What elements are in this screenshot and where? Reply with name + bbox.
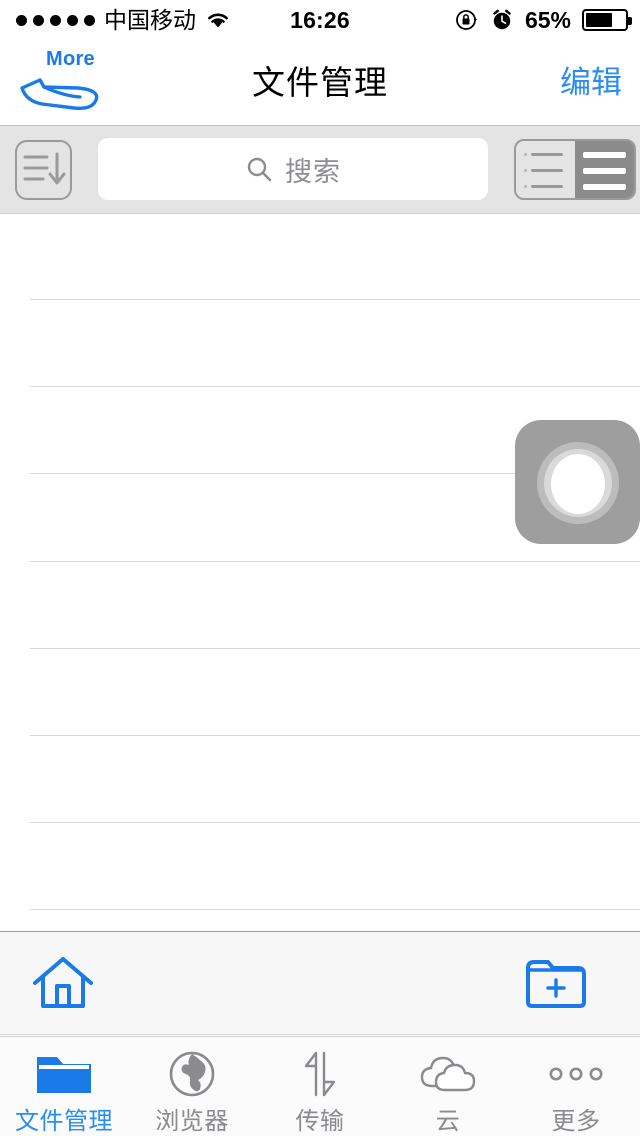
table-row[interactable]	[0, 910, 640, 931]
new-folder-button[interactable]	[524, 952, 588, 1014]
cloud-icon	[418, 1048, 478, 1100]
file-list[interactable]	[0, 215, 640, 931]
view-mode-segmented-control[interactable]	[514, 139, 636, 200]
simple-list-view-segment[interactable]	[575, 141, 634, 198]
table-row[interactable]	[0, 562, 640, 649]
home-icon	[33, 957, 93, 1008]
tab-label: 云	[435, 1108, 461, 1135]
page-title: 文件管理	[252, 64, 388, 101]
tab-label: 更多	[551, 1108, 601, 1135]
edit-button[interactable]: 编辑	[560, 40, 622, 125]
home-button[interactable]	[30, 950, 96, 1016]
tab-label: 浏览器	[155, 1108, 229, 1135]
tab-cloud[interactable]: 云	[384, 1037, 512, 1136]
search-input[interactable]: 搜索	[98, 138, 488, 200]
search-icon	[247, 157, 272, 182]
table-row[interactable]	[0, 215, 640, 300]
app-screen: 中国移动 16:26 65% More 文件管理 编辑 搜索 文件管理 浏览器 …	[0, 0, 640, 1136]
globe-icon	[167, 1048, 217, 1100]
status-bar-clock: 16:26	[290, 6, 350, 33]
folder-icon	[35, 1048, 93, 1100]
table-row[interactable]	[0, 823, 640, 911]
battery-icon	[582, 9, 632, 31]
file-actions-toolbar	[0, 931, 640, 1035]
table-row[interactable]	[0, 300, 640, 388]
tab-transfer[interactable]: 传输	[256, 1037, 384, 1136]
table-row[interactable]	[0, 649, 640, 737]
new-folder-icon	[526, 960, 586, 1008]
tab-more[interactable]: 更多	[512, 1037, 640, 1136]
status-bar: 中国移动 16:26 65%	[0, 0, 640, 40]
search-placeholder: 搜索	[285, 156, 341, 187]
search-toolbar: 搜索	[0, 126, 640, 214]
sort-button[interactable]	[15, 140, 72, 200]
tab-label: 传输	[295, 1108, 345, 1135]
sort-descending-icon	[23, 152, 66, 185]
tab-label: 文件管理	[15, 1108, 113, 1135]
detail-list-view-segment[interactable]	[516, 141, 575, 198]
table-row[interactable]	[0, 736, 640, 824]
tab-browser[interactable]: 浏览器	[128, 1037, 256, 1136]
navigation-bar: More 文件管理 编辑	[0, 40, 640, 126]
transfer-icon	[298, 1048, 342, 1100]
activity-spinner	[515, 420, 640, 544]
tab-bar: 文件管理 浏览器 传输 云 更多	[0, 1036, 640, 1136]
tab-file-manager[interactable]: 文件管理	[0, 1037, 128, 1136]
more-dots-icon	[544, 1048, 608, 1100]
